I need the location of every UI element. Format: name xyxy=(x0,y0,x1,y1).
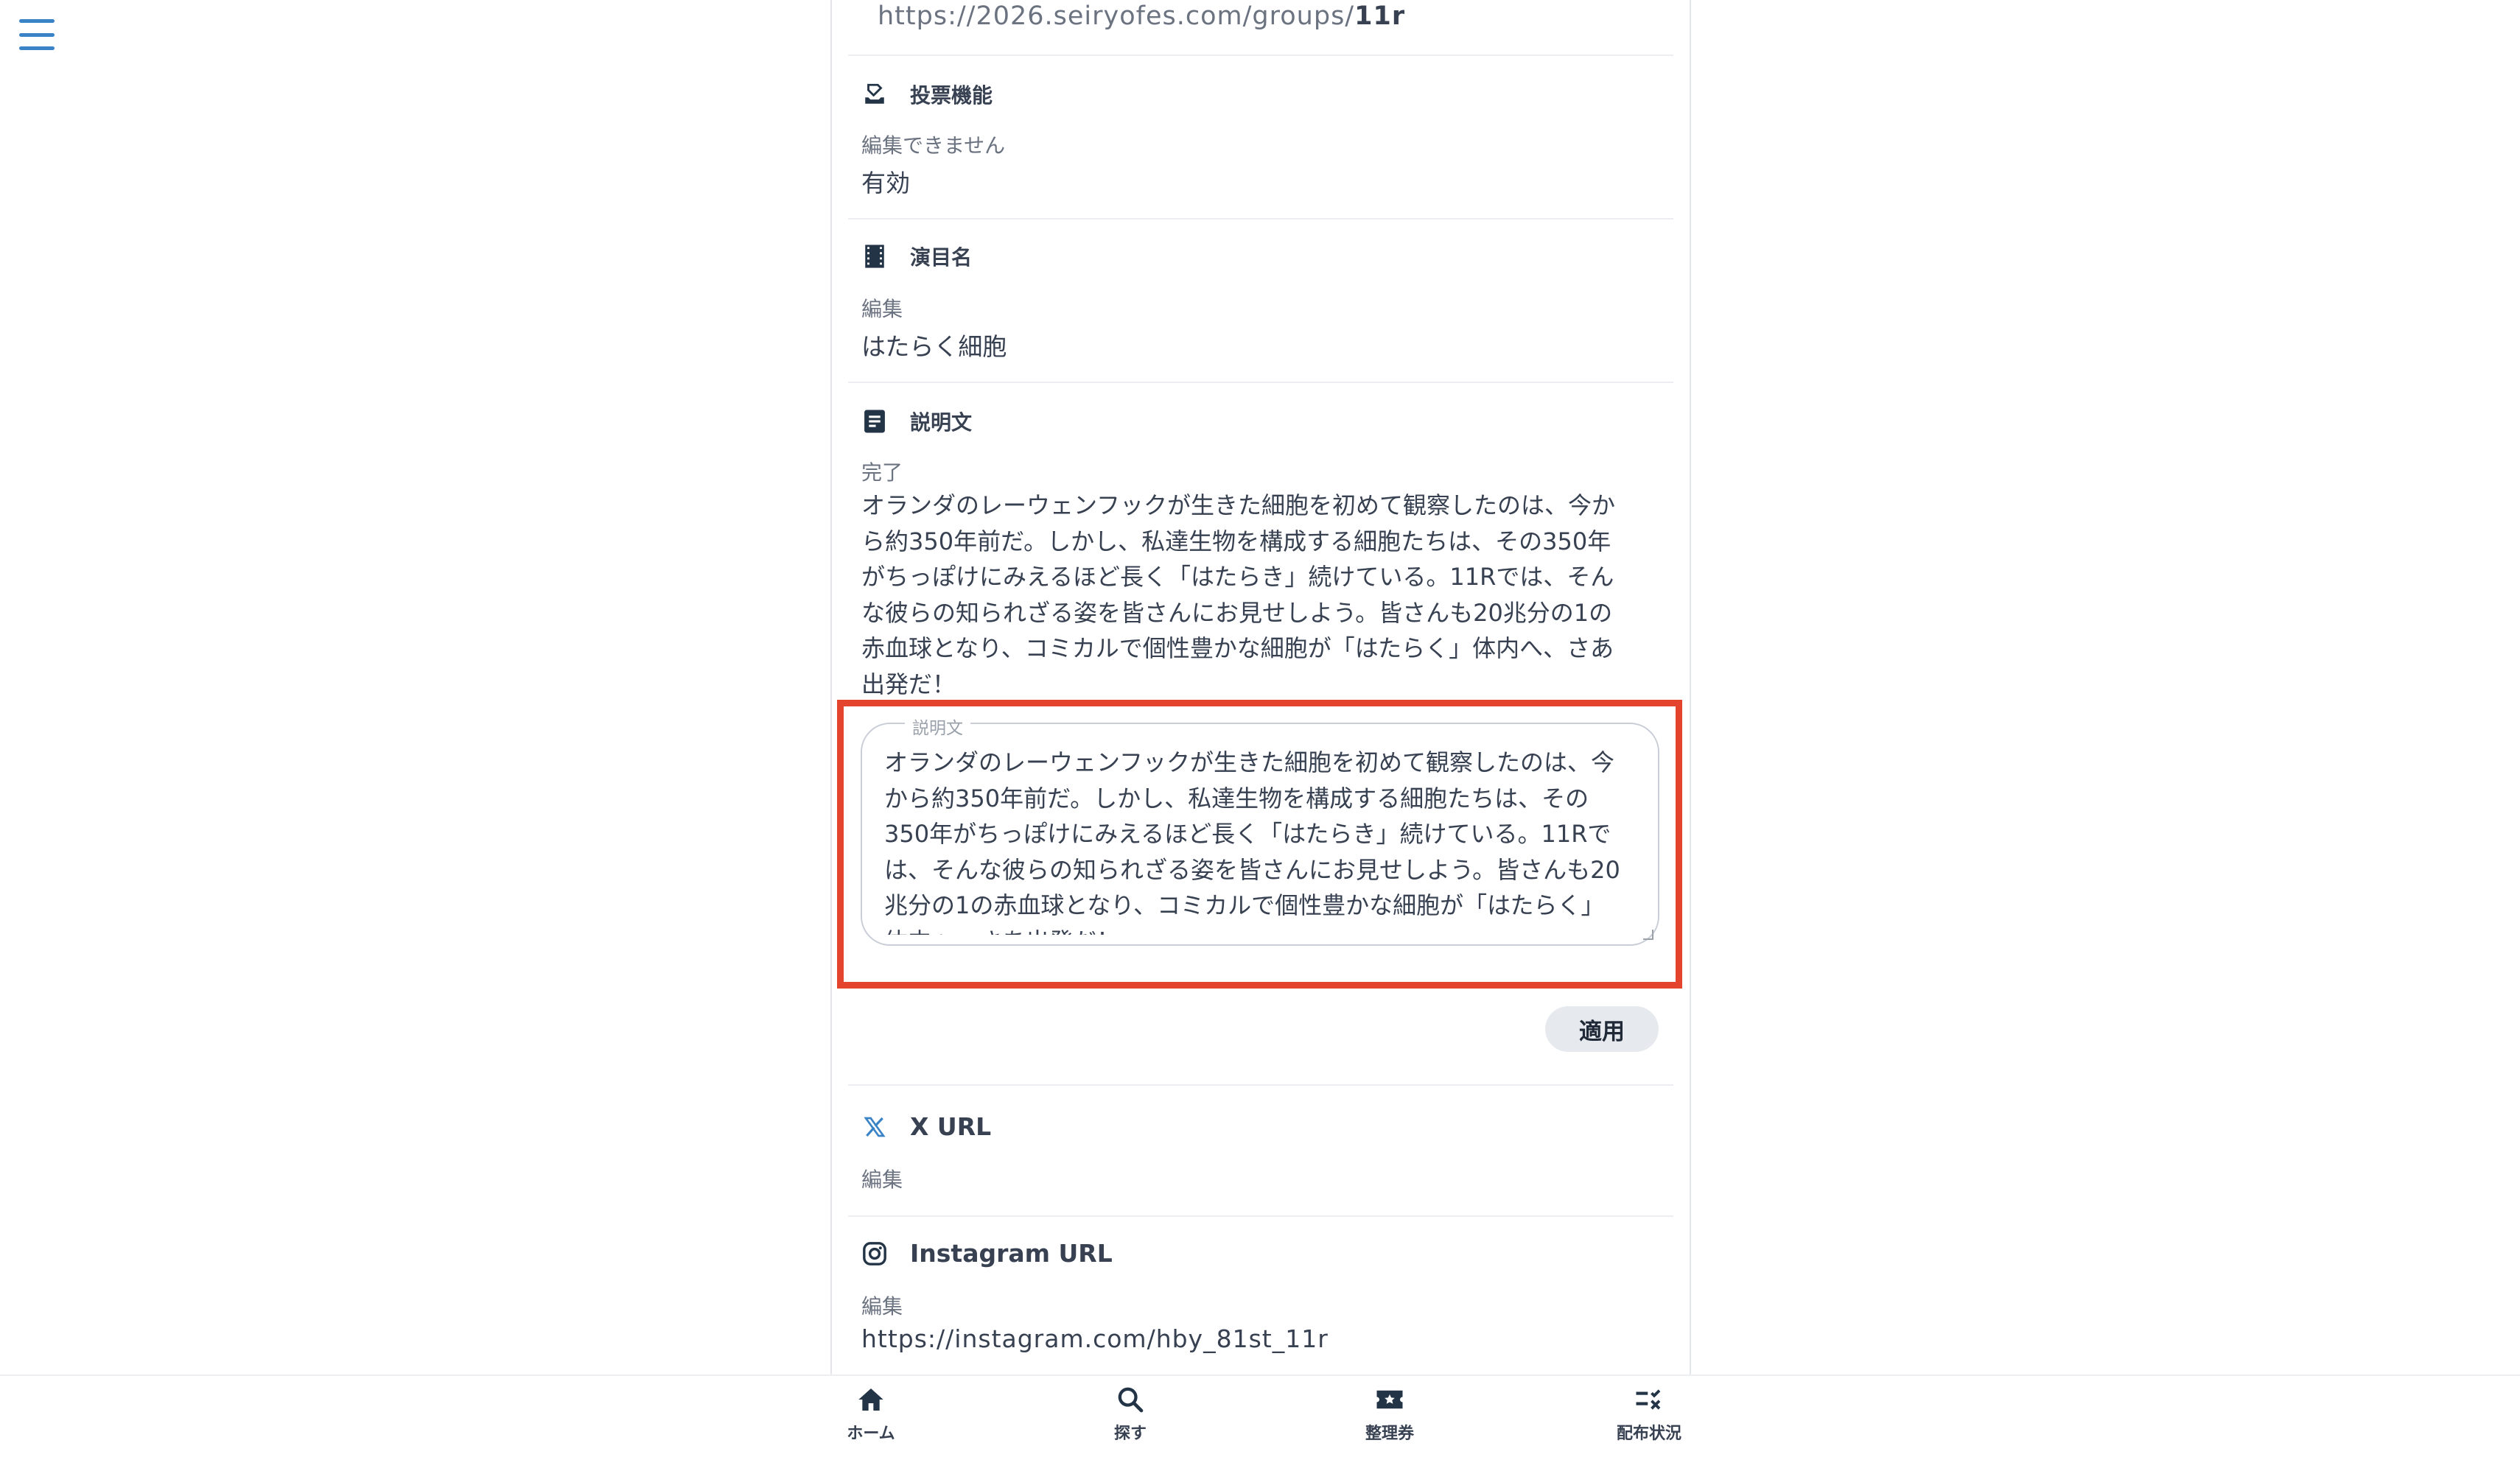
nav-distribution[interactable]: 配布状況 xyxy=(1590,1383,1708,1444)
x-url-row: X URL 編集 xyxy=(848,1086,1673,1217)
film-strip-icon xyxy=(861,243,888,270)
group-url[interactable]: https://2026.seiryofes.com/groups/11r xyxy=(878,1,1405,31)
voting-value: 有効 xyxy=(861,169,910,197)
instagram-icon xyxy=(861,1240,888,1267)
nav-tickets[interactable]: 整理券 xyxy=(1331,1383,1449,1444)
voting-row: 投票機能 編集できません 有効 xyxy=(848,56,1673,220)
ticket-icon xyxy=(1373,1383,1406,1416)
performance-name-value: はたらく細胞 xyxy=(861,332,1007,361)
search-icon xyxy=(1114,1383,1147,1416)
instagram-url-value[interactable]: https://instagram.com/hby_81st_11r xyxy=(861,1324,1329,1353)
textarea-content[interactable]: オランダのレーウェンフックが生きた細胞を初めて観察したのは、今 から約350年前… xyxy=(884,745,1636,935)
performance-name-edit-link[interactable]: 編集 xyxy=(861,293,903,323)
ballot-box-icon xyxy=(861,81,888,108)
nav-search[interactable]: 探す xyxy=(1071,1383,1189,1444)
description-done-link[interactable]: 完了 xyxy=(861,457,903,486)
x-logo-icon xyxy=(861,1114,888,1140)
instagram-url-row: Instagram URL 編集 https://instagram.com/h… xyxy=(848,1217,1673,1375)
instagram-url-title: Instagram URL xyxy=(910,1239,1113,1268)
description-textarea[interactable]: 説明文 オランダのレーウェンフックが生きた細胞を初めて観察したのは、今 から約3… xyxy=(861,714,1659,946)
description-title: 説明文 xyxy=(910,410,973,435)
checklist-icon xyxy=(1633,1383,1665,1416)
bottom-navigation: ホーム 探す 整理券 配布状況 xyxy=(0,1375,2520,1457)
hamburger-menu-icon[interactable] xyxy=(19,19,55,50)
x-url-edit-link[interactable]: 編集 xyxy=(861,1164,903,1193)
textarea-label: 説明文 xyxy=(905,714,970,739)
instagram-url-edit-link[interactable]: 編集 xyxy=(861,1291,903,1320)
document-icon xyxy=(861,408,888,435)
resize-handle-icon[interactable] xyxy=(1643,930,1653,940)
performance-name-title: 演目名 xyxy=(910,245,973,270)
description-preview: オランダのレーウェンフックが生きた細胞を初めて観察したのは、今か ら約350年前… xyxy=(861,491,1616,698)
app-page: https://2026.seiryofes.com/groups/11r 投票… xyxy=(0,0,2520,1457)
voting-status: 編集できません xyxy=(861,133,1006,158)
home-icon xyxy=(855,1383,887,1416)
nav-home[interactable]: ホーム xyxy=(812,1383,930,1444)
voting-title: 投票機能 xyxy=(910,83,993,108)
apply-button[interactable]: 適用 xyxy=(1545,1006,1659,1052)
group-url-row: https://2026.seiryofes.com/groups/11r xyxy=(848,0,1673,56)
x-url-title: X URL xyxy=(910,1112,992,1141)
performance-name-row: 演目名 編集 はたらく細胞 xyxy=(848,220,1673,383)
